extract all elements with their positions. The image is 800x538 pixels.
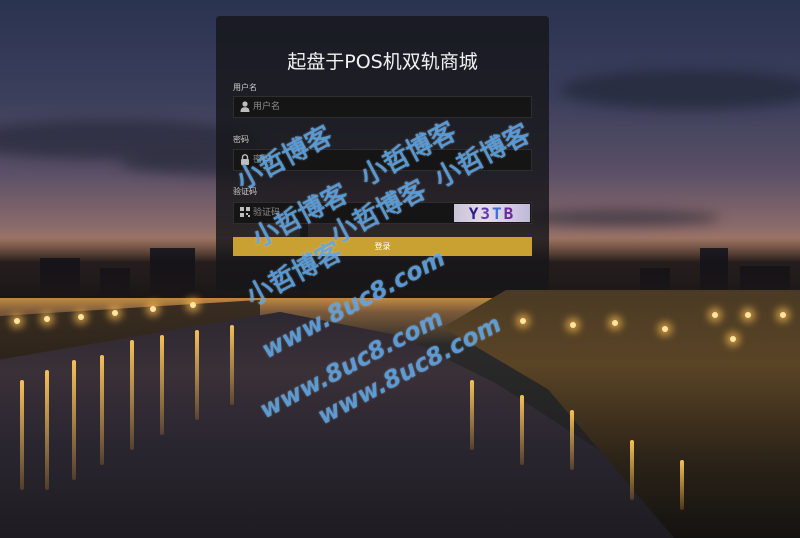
light-reflection	[230, 325, 234, 405]
captcha-char: T	[492, 203, 504, 223]
street-lamp	[570, 322, 576, 328]
street-lamp	[78, 314, 84, 320]
light-reflection	[195, 330, 199, 420]
light-reflection	[20, 380, 24, 490]
captcha-char: B	[503, 203, 516, 223]
cloud	[520, 210, 720, 226]
light-reflection	[470, 380, 474, 450]
captcha-input[interactable]	[253, 203, 433, 223]
light-reflection	[100, 355, 104, 465]
street-lamp	[612, 320, 618, 326]
password-label: 密码	[233, 135, 249, 144]
street-lamp	[112, 310, 118, 316]
password-input[interactable]	[253, 150, 453, 170]
captcha-field: Y 3 T B	[233, 202, 532, 224]
street-lamp	[712, 312, 718, 318]
street-lamp	[520, 318, 526, 324]
street-lamp	[190, 302, 196, 308]
login-panel: 起盘于POS机双轨商城 用户名 密码 验证码 Y 3 T B 登录	[216, 16, 549, 290]
light-reflection	[520, 395, 524, 465]
street-lamp	[662, 326, 668, 332]
captcha-image[interactable]: Y 3 T B	[454, 203, 530, 223]
light-reflection	[45, 370, 49, 490]
street-lamp	[780, 312, 786, 318]
lock-icon	[239, 154, 251, 166]
username-label: 用户名	[233, 83, 257, 92]
user-icon	[239, 101, 251, 113]
password-field	[233, 149, 532, 171]
qrcode-icon	[239, 207, 251, 219]
username-input[interactable]	[253, 97, 453, 117]
light-reflection	[570, 410, 574, 470]
login-title: 起盘于POS机双轨商城	[287, 51, 478, 73]
login-button[interactable]: 登录	[233, 237, 532, 256]
street-lamp	[745, 312, 751, 318]
captcha-char: 3	[480, 203, 492, 223]
light-reflection	[130, 340, 134, 450]
light-reflection	[680, 460, 684, 510]
light-reflection	[160, 335, 164, 435]
username-field	[233, 96, 532, 118]
captcha-char: Y	[468, 203, 481, 223]
captcha-label: 验证码	[233, 187, 257, 196]
street-lamp	[14, 318, 20, 324]
street-lamp	[44, 316, 50, 322]
light-reflection	[630, 440, 634, 500]
street-lamp	[730, 336, 736, 342]
light-reflection	[72, 360, 76, 480]
street-lamp	[150, 306, 156, 312]
